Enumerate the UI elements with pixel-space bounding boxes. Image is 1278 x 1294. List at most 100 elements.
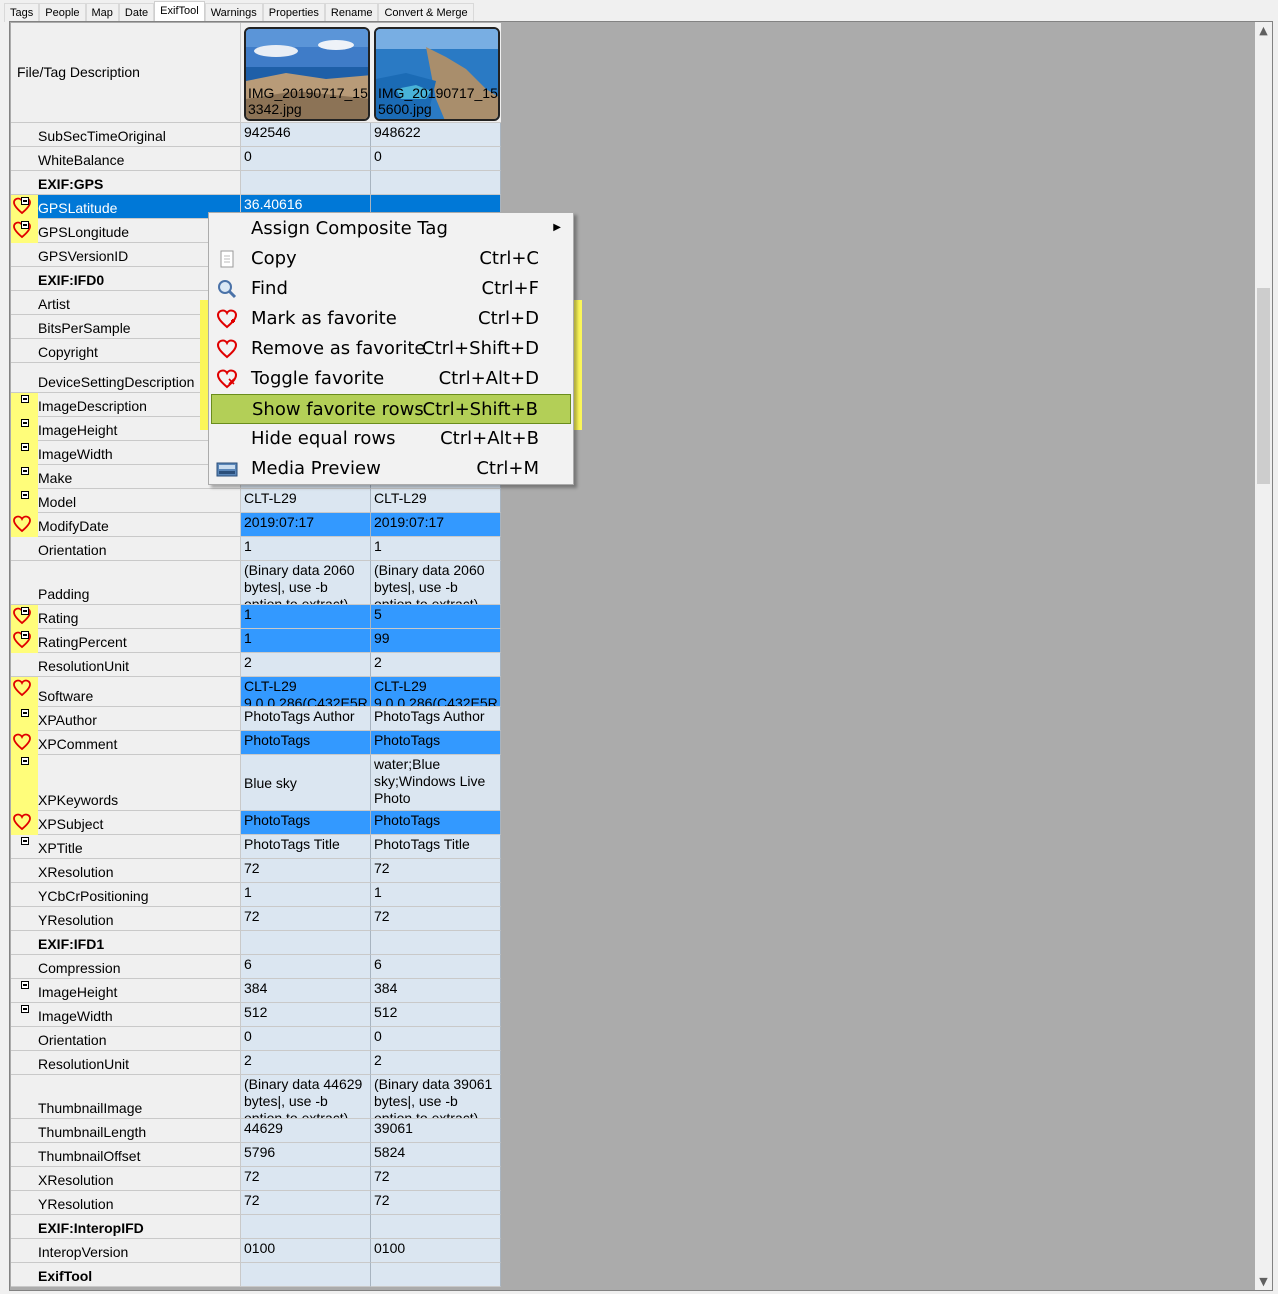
value-cell-1[interactable]: 1 bbox=[241, 537, 371, 561]
value-cell-1[interactable]: 942546 bbox=[241, 123, 371, 147]
tag-name[interactable]: Model bbox=[11, 489, 241, 513]
tag-name[interactable]: YCbCrPositioning bbox=[11, 883, 241, 907]
value-cell-2[interactable]: PhotoTags bbox=[371, 811, 501, 835]
value-cell-1[interactable]: CLT-L29 9.0.0.286(C432E5R bbox=[241, 677, 371, 707]
table-row[interactable]: ResolutionUnit 2 2 bbox=[11, 1051, 501, 1075]
value-cell-2[interactable]: (Binary data 39061 bytes|, use -b option… bbox=[371, 1075, 501, 1119]
value-cell-1[interactable]: 72 bbox=[241, 1191, 371, 1215]
tab-date[interactable]: Date bbox=[118, 3, 155, 22]
table-row[interactable]: XResolution 72 72 bbox=[11, 859, 501, 883]
value-cell-2[interactable] bbox=[371, 1263, 501, 1287]
value-cell-2[interactable]: 99 bbox=[371, 629, 501, 653]
tag-name[interactable]: ResolutionUnit bbox=[11, 653, 241, 677]
value-cell-1[interactable]: 72 bbox=[241, 859, 371, 883]
value-cell-2[interactable]: 2019:07:17 bbox=[371, 513, 501, 537]
scroll-down-arrow-icon[interactable]: ▼ bbox=[1255, 1273, 1272, 1290]
table-row[interactable]: ResolutionUnit 2 2 bbox=[11, 653, 501, 677]
tag-name[interactable]: XPTitle bbox=[11, 835, 241, 859]
table-row[interactable]: Software CLT-L29 9.0.0.286(C432E5R CLT-L29… bbox=[11, 677, 501, 707]
value-cell-2[interactable]: CLT-L29 bbox=[371, 489, 501, 513]
value-cell-2[interactable]: 5824 bbox=[371, 1143, 501, 1167]
value-cell-1[interactable]: Blue sky bbox=[241, 755, 371, 811]
group-row[interactable]: EXIF:IFD1 bbox=[11, 931, 501, 955]
value-cell-2[interactable]: 0 bbox=[371, 1027, 501, 1051]
menu-item-toggle-favorite[interactable]: Toggle favorite Ctrl+Alt+D bbox=[211, 364, 571, 394]
value-cell-1[interactable]: PhotoTags bbox=[241, 731, 371, 755]
group-header[interactable]: EXIF:InteropIFD bbox=[11, 1215, 241, 1239]
value-cell-1[interactable]: 2019:07:17 bbox=[241, 513, 371, 537]
value-cell-2[interactable]: 384 bbox=[371, 979, 501, 1003]
tag-name[interactable]: ThumbnailImage bbox=[11, 1075, 241, 1119]
value-cell-1[interactable]: 0 bbox=[241, 1027, 371, 1051]
group-header[interactable]: EXIF:IFD1 bbox=[11, 931, 241, 955]
tag-name[interactable]: InteropVersion bbox=[11, 1239, 241, 1263]
tag-name[interactable]: WhiteBalance bbox=[11, 147, 241, 171]
value-cell-2[interactable]: 6 bbox=[371, 955, 501, 979]
value-cell-2[interactable]: 1 bbox=[371, 537, 501, 561]
tag-name[interactable]: ImageHeight bbox=[11, 979, 241, 1003]
tag-name[interactable]: Make bbox=[11, 465, 241, 489]
value-cell-1[interactable]: (Binary data 44629 bytes|, use -b option… bbox=[241, 1075, 371, 1119]
table-row[interactable]: YResolution 72 72 bbox=[11, 907, 501, 931]
value-cell-1[interactable]: 72 bbox=[241, 1167, 371, 1191]
tab-tags[interactable]: Tags bbox=[4, 3, 40, 22]
value-cell-1[interactable]: 2 bbox=[241, 653, 371, 677]
table-row[interactable]: XPAuthor PhotoTags Author PhotoTags Author bbox=[11, 707, 501, 731]
table-row[interactable]: XPKeywords Blue sky water;Blue sky;Windows… bbox=[11, 755, 501, 811]
group-header[interactable]: EXIF:IFD0 bbox=[11, 267, 241, 291]
tag-name[interactable]: GPSLongitude bbox=[11, 219, 241, 243]
table-row[interactable]: ThumbnailOffset 5796 5824 bbox=[11, 1143, 501, 1167]
tag-name[interactable]: ModifyDate bbox=[11, 513, 241, 537]
table-row[interactable]: ThumbnailImage (Binary data 44629 bytes|,… bbox=[11, 1075, 501, 1119]
table-row[interactable]: Model CLT-L29 CLT-L29 bbox=[11, 489, 501, 513]
value-cell-1[interactable]: 0 bbox=[241, 147, 371, 171]
tag-name[interactable]: XResolution bbox=[11, 1167, 241, 1191]
value-cell-2[interactable] bbox=[371, 931, 501, 955]
value-cell-2[interactable]: 39061 bbox=[371, 1119, 501, 1143]
table-row[interactable]: Compression 6 6 bbox=[11, 955, 501, 979]
value-cell-2[interactable]: 5 bbox=[371, 605, 501, 629]
value-cell-2[interactable]: (Binary data 2060 bytes|, use -b option … bbox=[371, 561, 501, 605]
group-row[interactable]: ExifTool bbox=[11, 1263, 501, 1287]
value-cell-1[interactable]: 44629 bbox=[241, 1119, 371, 1143]
table-row[interactable]: XPTitle PhotoTags Title PhotoTags Title bbox=[11, 835, 501, 859]
menu-item-hide-equal-rows[interactable]: Hide equal rows Ctrl+Alt+B bbox=[211, 424, 571, 454]
tag-name[interactable]: Orientation bbox=[11, 537, 241, 561]
value-cell-2[interactable]: 0 bbox=[371, 147, 501, 171]
value-cell-2[interactable]: 72 bbox=[371, 907, 501, 931]
tag-name[interactable]: GPSLatitude bbox=[11, 195, 241, 219]
scrollbar-thumb[interactable] bbox=[1257, 288, 1270, 484]
table-row[interactable]: ImageHeight 384 384 bbox=[11, 979, 501, 1003]
tag-name[interactable]: Orientation bbox=[11, 1027, 241, 1051]
tag-name[interactable]: XPAuthor bbox=[11, 707, 241, 731]
value-cell-2[interactable]: 0100 bbox=[371, 1239, 501, 1263]
menu-item-copy[interactable]: Copy Ctrl+C bbox=[211, 244, 571, 274]
value-cell-2[interactable]: 72 bbox=[371, 859, 501, 883]
value-cell-2[interactable] bbox=[371, 1215, 501, 1239]
table-row[interactable]: XResolution 72 72 bbox=[11, 1167, 501, 1191]
tag-name[interactable]: XPSubject bbox=[11, 811, 241, 835]
value-cell-2[interactable] bbox=[371, 171, 501, 195]
tag-name[interactable]: ImageWidth bbox=[11, 441, 241, 465]
tab-warnings[interactable]: Warnings bbox=[204, 3, 263, 22]
value-cell-2[interactable]: CLT-L29 9.0.0.286(C432E5R bbox=[371, 677, 501, 707]
value-cell-1[interactable]: 1 bbox=[241, 629, 371, 653]
table-row[interactable]: YResolution 72 72 bbox=[11, 1191, 501, 1215]
value-cell-1[interactable]: 1 bbox=[241, 883, 371, 907]
table-row[interactable]: Padding (Binary data 2060 bytes|, use -b … bbox=[11, 561, 501, 605]
value-cell-2[interactable]: 72 bbox=[371, 1167, 501, 1191]
value-cell-2[interactable]: PhotoTags bbox=[371, 731, 501, 755]
table-row[interactable]: ImageWidth 512 512 bbox=[11, 1003, 501, 1027]
value-cell-1[interactable] bbox=[241, 1215, 371, 1239]
value-cell-2[interactable]: water;Blue sky;Windows Live Photo bbox=[371, 755, 501, 811]
menu-item-find[interactable]: Find Ctrl+F bbox=[211, 274, 571, 304]
value-cell-1[interactable]: 5796 bbox=[241, 1143, 371, 1167]
value-cell-1[interactable]: 512 bbox=[241, 1003, 371, 1027]
group-header[interactable]: EXIF:GPS bbox=[11, 171, 241, 195]
file-thumbnail-2[interactable]: IMG_20190717_15 5600.jpg bbox=[374, 27, 500, 121]
tag-name[interactable]: SubSecTimeOriginal bbox=[11, 123, 241, 147]
tag-name[interactable]: Padding bbox=[11, 561, 241, 605]
value-cell-1[interactable] bbox=[241, 931, 371, 955]
tag-name[interactable]: YResolution bbox=[11, 1191, 241, 1215]
tag-name[interactable]: Software bbox=[11, 677, 241, 707]
